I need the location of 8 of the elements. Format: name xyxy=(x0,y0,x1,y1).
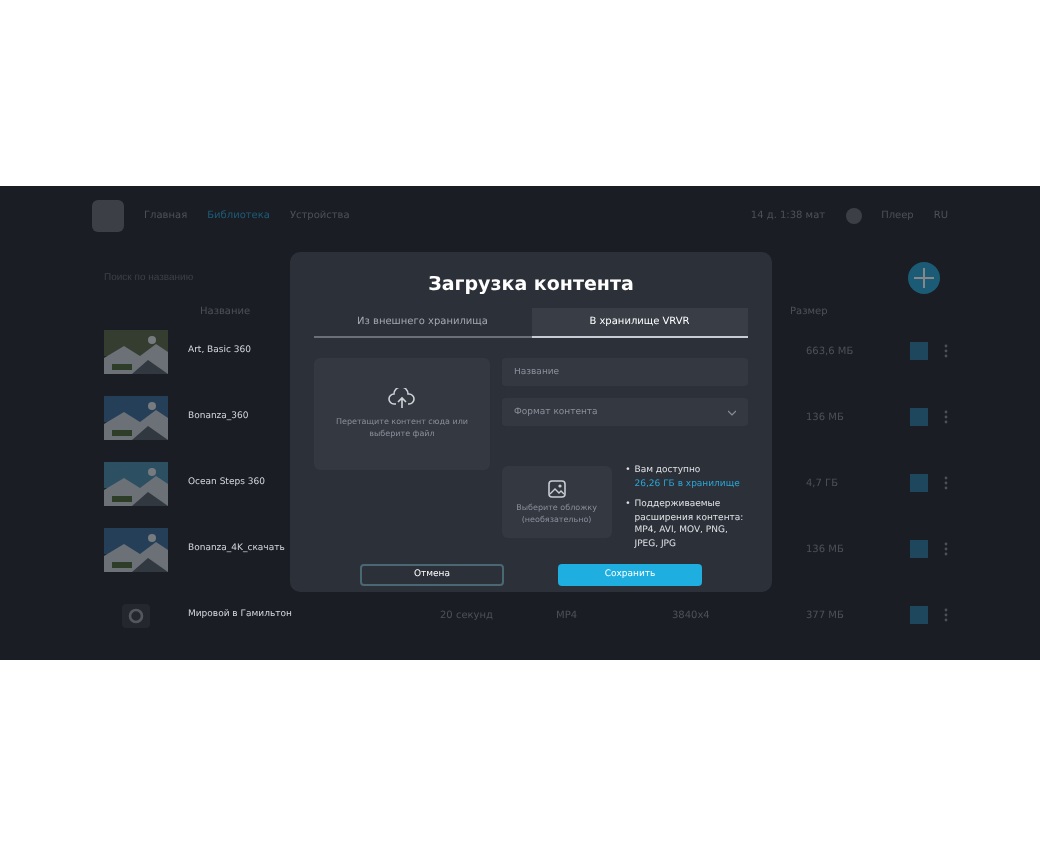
avatar-icon xyxy=(845,208,862,224)
image-icon xyxy=(547,479,566,498)
cloud-upload-icon xyxy=(388,388,416,411)
dialog-title: Загрузка контента xyxy=(426,274,636,296)
logo-icon[interactable] xyxy=(92,200,124,232)
add-button[interactable] xyxy=(908,262,940,294)
app-icon xyxy=(122,603,150,627)
chevron-down-icon xyxy=(728,409,736,415)
